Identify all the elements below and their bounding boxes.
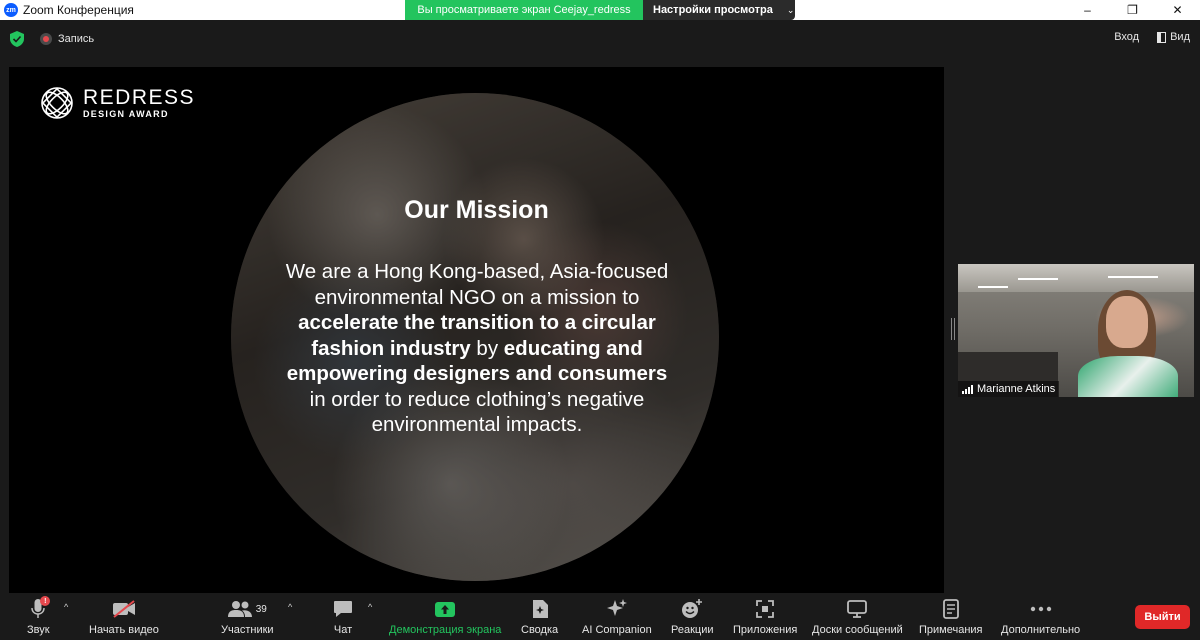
logo-subtitle: DESIGN AWARD (83, 109, 169, 119)
apps-button[interactable]: Приложения (733, 598, 797, 636)
participants-count: 39 (255, 603, 267, 615)
signal-strength-icon (962, 384, 973, 394)
zoom-logo-icon: zm (4, 3, 18, 17)
participants-options-caret-icon[interactable]: ^ (288, 602, 292, 612)
participants-icon (227, 601, 252, 617)
participants-button[interactable]: 39 Участники (221, 598, 274, 636)
mission-text-1: We are a Hong Kong-based, Asia-focused e… (285, 260, 669, 309)
participant-name: Marianne Atkins (977, 383, 1056, 395)
shield-icon[interactable] (10, 31, 24, 47)
notes-label: Примечания (919, 624, 983, 636)
sparkle-icon (606, 599, 627, 616)
mission-text-3: by (470, 336, 504, 360)
more-label: Дополнительно (1001, 624, 1081, 636)
participant-name-tag: Marianne Atkins (958, 381, 1060, 397)
ai-companion-label: AI Companion (582, 624, 652, 636)
reactions-button[interactable]: Реакции (671, 598, 714, 636)
whiteboard-icon (847, 600, 868, 618)
view-layout-icon (1157, 31, 1167, 43)
record-icon (40, 33, 52, 45)
ai-companion-button[interactable]: AI Companion (582, 598, 652, 636)
minimize-button[interactable]: – (1065, 0, 1110, 20)
whiteboards-button[interactable]: Доски сообщений (812, 598, 903, 636)
recording-label: Запись (58, 33, 95, 45)
enter-button[interactable]: Вход (1114, 31, 1139, 43)
start-video-button[interactable]: Начать видео (89, 598, 159, 636)
share-screen-label: Демонстрация экрана (389, 624, 502, 636)
leave-button[interactable]: Выйти (1135, 605, 1190, 629)
emoji-plus-icon (682, 599, 703, 618)
recording-indicator[interactable]: Запись (40, 33, 94, 45)
slide-mission-text: We are a Hong Kong-based, Asia-focused e… (277, 259, 677, 438)
chat-label: Чат (333, 624, 353, 636)
reactions-label: Реакции (671, 624, 714, 636)
apps-label: Приложения (733, 624, 798, 636)
audio-warning-badge: ! (40, 596, 51, 606)
notes-icon (942, 599, 959, 619)
title-bar: zm Zoom Конференция Вы просматриваете эк… (0, 0, 1200, 20)
meeting-top-bar: Запись Вход Вид (0, 20, 1200, 60)
share-banner: Вы просматриваете экран Ceejay_redress Н… (405, 0, 795, 20)
start-video-label: Начать видео (89, 624, 159, 636)
viewing-share-label: Вы просматриваете экран Ceejay_redress (405, 0, 643, 20)
view-options-label: Настройки просмотра (653, 4, 773, 16)
summary-icon (532, 600, 548, 618)
redress-logo: REDRESS DESIGN AWARD (39, 85, 195, 121)
more-dots-icon (1030, 606, 1051, 612)
video-off-icon (112, 600, 135, 618)
meeting-toolbar: ! Звук ^ Начать видео 39 Участники ^ Чат… (0, 594, 1200, 640)
slide-heading: Our Mission (404, 196, 549, 224)
window-controls: – ❐ ✕ (1065, 0, 1200, 20)
participant-video-tile[interactable]: Marianne Atkins (958, 264, 1194, 397)
participants-label: Участники (221, 624, 274, 636)
view-button[interactable]: Вид (1157, 31, 1190, 43)
top-right-controls: Вход Вид (1114, 31, 1190, 43)
logo-wordmark: REDRESS (83, 86, 196, 109)
chat-button[interactable]: Чат (333, 598, 353, 636)
whiteboards-label: Доски сообщений (812, 624, 903, 636)
mission-text-5: in order to reduce clothing’s negative e… (309, 387, 645, 437)
share-screen-button[interactable]: Демонстрация экрана (389, 598, 501, 636)
knot-logo-icon (41, 87, 73, 119)
more-button[interactable]: Дополнительно (1001, 598, 1080, 636)
shared-screen[interactable]: REDRESS DESIGN AWARD Our Mission We are … (9, 67, 944, 593)
audio-button[interactable]: ! Звук (27, 596, 51, 636)
notes-button[interactable]: Примечания (919, 598, 983, 636)
restore-button[interactable]: ❐ (1110, 0, 1155, 20)
chat-icon (334, 601, 352, 617)
chat-options-caret-icon[interactable]: ^ (368, 602, 372, 612)
share-screen-icon (435, 602, 456, 617)
apps-icon (756, 600, 775, 618)
chevron-down-icon: ⌄ (786, 4, 795, 15)
summary-button[interactable]: Сводка (521, 598, 558, 636)
summary-label: Сводка (521, 624, 559, 636)
close-button[interactable]: ✕ (1155, 0, 1200, 20)
audio-label: Звук (27, 624, 50, 636)
window-title: Zoom Конференция (23, 3, 134, 17)
panel-splitter-handle[interactable] (951, 318, 955, 340)
view-options-button[interactable]: Настройки просмотра ⌄ (643, 0, 795, 20)
audio-options-caret-icon[interactable]: ^ (64, 602, 68, 612)
view-label: Вид (1170, 31, 1190, 43)
